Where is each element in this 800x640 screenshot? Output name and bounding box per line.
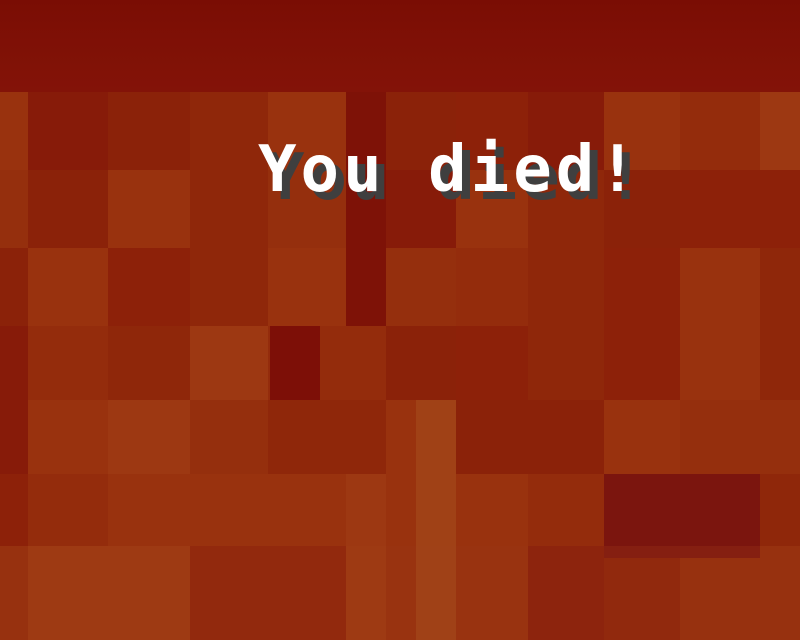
game-viewport: You died! (0, 0, 800, 640)
death-overlay (0, 0, 800, 640)
death-title: You died! (258, 133, 641, 207)
